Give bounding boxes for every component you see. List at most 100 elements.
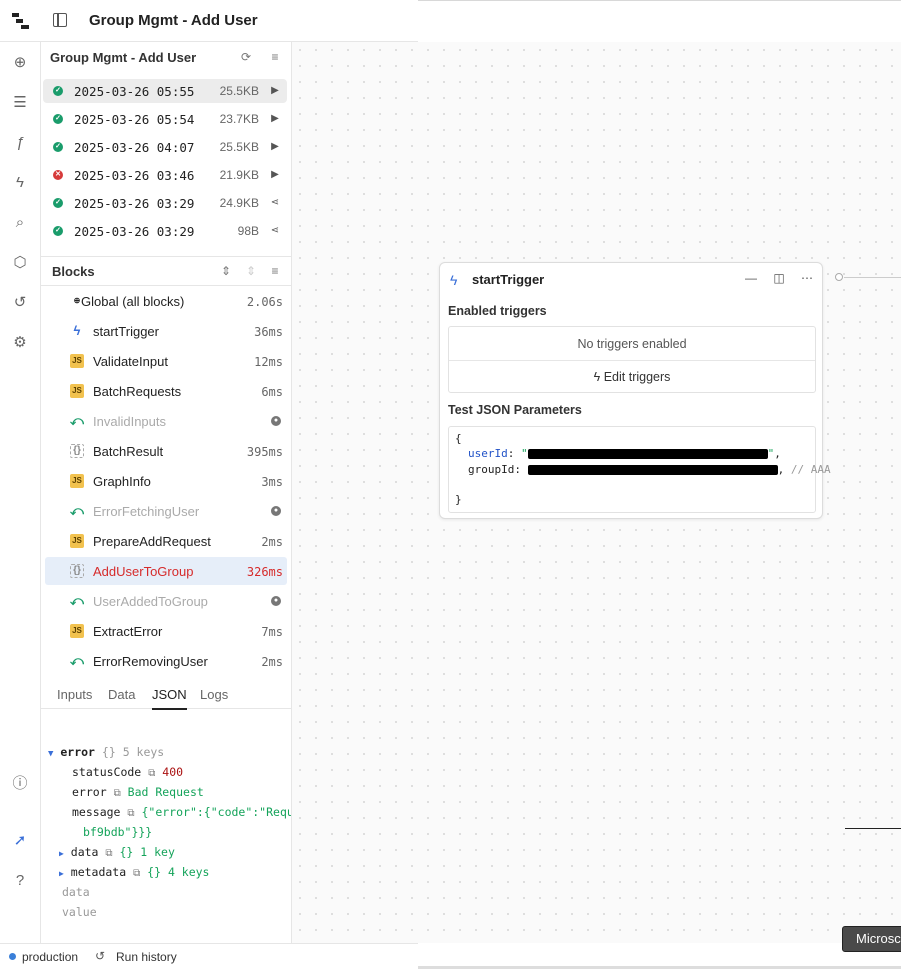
runs-panel: Group Mgmt - Add User ⟳ ≡ ✓ 2025-03-26 05…: [41, 42, 292, 943]
run-size: 25.5KB: [219, 84, 259, 98]
environment-label[interactable]: production: [22, 950, 78, 964]
copy-icon[interactable]: ⧉: [105, 848, 112, 859]
output-port[interactable]: [835, 273, 843, 281]
run-size: 21.9KB: [219, 168, 259, 182]
tab-logs[interactable]: Logs: [200, 687, 228, 708]
function-icon[interactable]: ƒ: [11, 134, 29, 152]
success-status-icon: ✓: [53, 142, 63, 152]
package-icon[interactable]: ⬡: [11, 254, 29, 272]
skipped-icon: ●: [271, 506, 281, 516]
js-block-icon: JS: [70, 384, 84, 398]
run-size: 24.9KB: [219, 196, 259, 210]
help-icon[interactable]: ⓘ: [11, 775, 29, 793]
no-triggers-text: No triggers enabled: [577, 337, 687, 351]
copy-icon[interactable]: ⧉: [133, 868, 140, 879]
tab-json[interactable]: JSON: [152, 687, 187, 710]
block-row[interactable]: ⤺ ErrorFetchingUser ●: [45, 497, 287, 525]
expand-icon[interactable]: ⇕: [219, 264, 233, 278]
block-row[interactable]: {} AddUserToGroup 326ms: [45, 557, 287, 585]
block-row[interactable]: ⊕ Global (all blocks) 2.06s: [45, 287, 287, 315]
app-title: Group Mgmt - Add User: [89, 12, 258, 29]
app-logo-icon[interactable]: [12, 12, 30, 30]
run-row[interactable]: ✓ 2025-03-26 04:07 25.5KB ▶: [43, 135, 287, 159]
copy-icon[interactable]: ⧉: [148, 768, 155, 779]
filter-icon[interactable]: ≡: [268, 50, 282, 64]
block-row[interactable]: JS GraphInfo 3ms: [45, 467, 287, 495]
block-duration: 326ms: [246, 565, 283, 579]
bolt-icon[interactable]: ϟ: [11, 174, 29, 192]
block-row[interactable]: ϟ startTrigger 36ms: [45, 317, 287, 345]
run-row[interactable]: ✕ 2025-03-26 03:46 21.9KB ▶: [43, 163, 287, 187]
play-icon[interactable]: ▶: [269, 140, 281, 154]
block-row[interactable]: ⤺ UserAddedToGroup ●: [45, 587, 287, 615]
edit-triggers-button[interactable]: ϟ Edit triggers: [449, 370, 815, 384]
history-icon[interactable]: ↺: [11, 294, 29, 312]
block-row[interactable]: ⤺ ErrorRemovingUser 2ms: [45, 647, 287, 675]
sidebar-toggle-icon[interactable]: [53, 13, 67, 27]
refresh-icon[interactable]: ⟳: [239, 50, 253, 64]
branch-block-icon: ⤺: [70, 503, 84, 518]
block-row[interactable]: {} BatchResult 395ms: [45, 437, 287, 465]
block-row[interactable]: JS BatchRequests 6ms: [45, 377, 287, 405]
success-status-icon: ✓: [53, 86, 63, 96]
edge-line: [845, 828, 901, 829]
block-duration: 3ms: [261, 475, 283, 489]
expand-arrow-icon[interactable]: ▶: [59, 869, 64, 878]
list-icon[interactable]: ☰: [11, 94, 29, 112]
json-root-row[interactable]: ▼ error {} 5 keys: [48, 745, 164, 759]
block-row[interactable]: ⤺ InvalidInputs ●: [45, 407, 287, 435]
tab-inputs[interactable]: Inputs: [57, 687, 92, 708]
run-row[interactable]: ✓ 2025-03-26 05:55 25.5KB ▶: [43, 79, 287, 103]
trigger-node[interactable]: ϟ startTrigger — ◫ ⋯ Enabled triggers No…: [439, 262, 831, 519]
play-icon[interactable]: ▶: [269, 112, 281, 126]
json-row-dim: value: [62, 905, 97, 919]
search-icon[interactable]: ⌕: [11, 214, 29, 232]
expand-arrow-icon[interactable]: ▼: [48, 749, 53, 759]
run-row[interactable]: ✓ 2025-03-26 03:29 24.9KB ⋖: [43, 191, 287, 215]
json-meta: {} 4 keys: [147, 865, 210, 879]
block-name: Global (all blocks): [81, 294, 185, 309]
filter-icon[interactable]: ≡: [268, 264, 282, 278]
history-icon[interactable]: ↺: [95, 949, 105, 963]
block-row[interactable]: JS ExtractError 7ms: [45, 617, 287, 645]
run-size: 25.5KB: [219, 140, 259, 154]
block-name: GraphInfo: [93, 474, 151, 489]
minimize-icon[interactable]: —: [744, 271, 758, 285]
run-history-button[interactable]: Run history: [116, 950, 177, 964]
rocket-icon[interactable]: ➚: [11, 832, 29, 850]
share-icon[interactable]: ⋖: [269, 224, 281, 238]
block-name: ErrorFetchingUser: [93, 504, 200, 519]
gear-icon[interactable]: ⚙: [11, 334, 29, 352]
run-row[interactable]: ✓ 2025-03-26 05:54 23.7KB ▶: [43, 107, 287, 131]
success-status-icon: ✓: [53, 226, 63, 236]
play-icon[interactable]: ▶: [269, 168, 281, 182]
bolt-icon: ϟ: [593, 370, 601, 384]
run-timestamp: 2025-03-26 03:29: [74, 224, 195, 239]
help-icon[interactable]: ?: [11, 872, 29, 890]
tab-data[interactable]: Data: [108, 687, 135, 708]
panel-title: Group Mgmt - Add User: [50, 50, 197, 65]
json-value: {"error":{"code":"Reque: [141, 805, 292, 819]
json-key: data: [70, 845, 99, 859]
json-row[interactable]: ▶ data ⧉ {} 1 key: [59, 845, 175, 859]
json-row[interactable]: ▶ metadata ⧉ {} 4 keys: [59, 865, 209, 879]
block-row[interactable]: JS PrepareAddRequest 2ms: [45, 527, 287, 555]
code-comment: // AAA: [790, 463, 831, 476]
taskbar-tooltip[interactable]: Microsc: [842, 926, 901, 952]
block-duration: 6ms: [261, 385, 283, 399]
block-duration: 12ms: [254, 355, 283, 369]
test-json-editor[interactable]: { userId: " ", groupId: , // AAA }: [448, 426, 831, 513]
expand-arrow-icon[interactable]: ▶: [59, 849, 64, 858]
flow-canvas[interactable]: ϟ startTrigger — ◫ ⋯ Enabled triggers No…: [292, 42, 901, 952]
play-icon[interactable]: ▶: [269, 84, 281, 98]
plus-circle-icon[interactable]: ⊕: [11, 54, 29, 72]
run-row[interactable]: ✓ 2025-03-26 03:29 98B ⋖: [43, 219, 287, 243]
block-row[interactable]: JS ValidateInput 12ms: [45, 347, 287, 375]
js-block-icon: JS: [70, 534, 84, 548]
share-icon[interactable]: ⋖: [269, 196, 281, 210]
collapse-icon[interactable]: ⇕: [244, 264, 258, 278]
more-icon[interactable]: ⋯: [800, 271, 814, 285]
panel-icon[interactable]: ◫: [772, 271, 786, 285]
copy-icon[interactable]: ⧉: [127, 808, 134, 819]
copy-icon[interactable]: ⧉: [114, 788, 121, 799]
